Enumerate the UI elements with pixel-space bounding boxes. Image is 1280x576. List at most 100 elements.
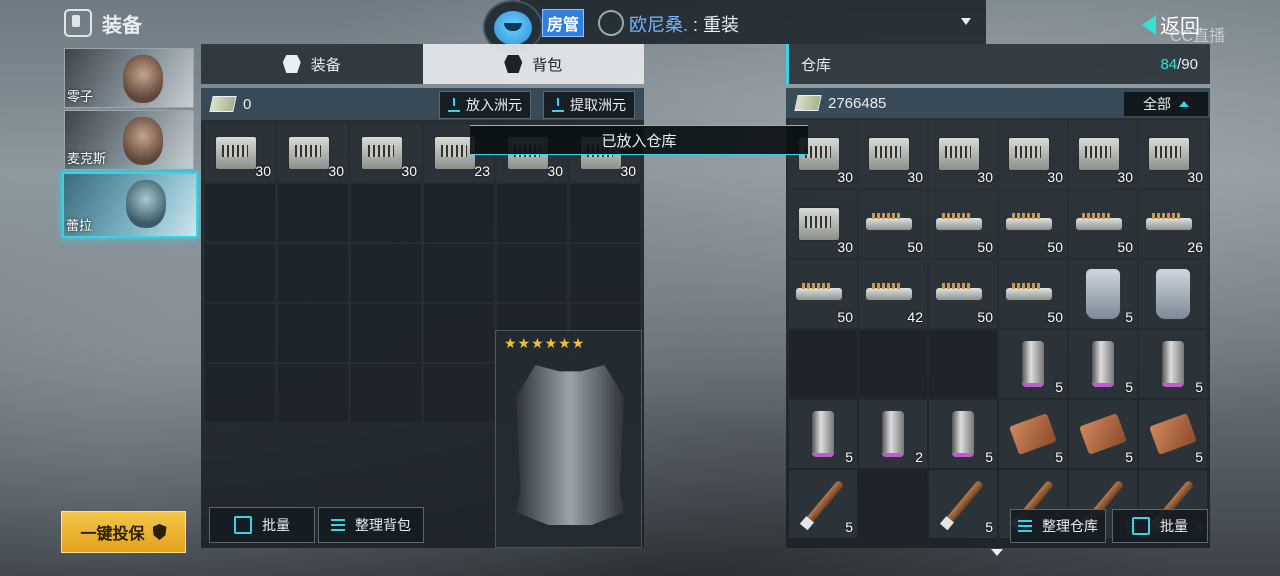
character-portrait	[123, 117, 163, 165]
character-card-2-selected[interactable]: 蕾拉	[62, 172, 198, 238]
backpack-slot-empty[interactable]	[205, 244, 275, 302]
warehouse-slot-item[interactable]	[1139, 260, 1207, 328]
backpack-icon	[504, 55, 523, 73]
warehouse-slot-item[interactable]: 42	[859, 260, 927, 328]
item-count: 30	[837, 169, 853, 185]
backpack-slot-item[interactable]: 30	[205, 124, 275, 182]
backpack-slot-empty[interactable]	[278, 184, 348, 242]
toast-message: 已放入仓库	[470, 125, 808, 155]
warehouse-slot-item[interactable]: 5	[1139, 400, 1207, 468]
backpack-slot-empty[interactable]	[424, 304, 494, 362]
armor-vest-slot[interactable]: ★★★★★★	[495, 330, 642, 548]
withdraw-money-button[interactable]: 提取洲元	[543, 91, 635, 119]
warehouse-slot-item[interactable]: 5	[1069, 400, 1137, 468]
backpack-slot-empty[interactable]	[424, 364, 494, 422]
item-count: 2	[915, 449, 923, 465]
backpack-slot-empty[interactable]	[351, 184, 421, 242]
armor-plate-icon	[1085, 268, 1121, 320]
backpack-slot-empty[interactable]	[278, 244, 348, 302]
canister-icon	[812, 411, 834, 457]
tab-backpack[interactable]: 背包	[422, 44, 644, 84]
warehouse-slot-item[interactable]: 2	[859, 400, 927, 468]
warehouse-slot-item[interactable]: 50	[999, 190, 1067, 258]
backpack-slot-item[interactable]: 30	[278, 124, 348, 182]
backpack-slot-empty[interactable]	[205, 364, 275, 422]
shield-icon	[152, 524, 167, 540]
warehouse-slot-item[interactable]: 50	[789, 260, 857, 328]
manual-icon	[1009, 413, 1057, 455]
batch-label: 批量	[262, 517, 290, 533]
warehouse-slot-empty[interactable]	[929, 330, 997, 398]
item-count: 30	[1047, 169, 1063, 185]
panel-tabs: 装备 背包	[201, 44, 644, 84]
warehouse-filter-dropdown[interactable]: 全部	[1124, 92, 1208, 116]
warehouse-slot-item[interactable]: 30	[789, 190, 857, 258]
tab-equipment[interactable]: 装备	[201, 44, 423, 84]
page-title: 装备	[102, 14, 142, 37]
ammo-crate-icon	[215, 136, 257, 170]
warehouse-slot-item[interactable]: 5	[1069, 260, 1137, 328]
backpack-slot-empty[interactable]	[424, 244, 494, 302]
warehouse-slot-item[interactable]: 5	[789, 470, 857, 538]
backpack-slot-empty[interactable]	[278, 364, 348, 422]
warehouse-slot-item[interactable]: 30	[1139, 120, 1207, 188]
warehouse-slot-empty[interactable]	[859, 470, 927, 538]
backpack-slot-empty[interactable]	[497, 184, 567, 242]
sort-warehouse-button[interactable]: 整理仓库	[1010, 509, 1106, 543]
warehouse-slot-item[interactable]: 5	[999, 400, 1067, 468]
warehouse-slot-item[interactable]: 5	[1069, 330, 1137, 398]
warehouse-slot-item[interactable]: 50	[859, 190, 927, 258]
item-count: 5	[1055, 379, 1063, 395]
page-header: 装备	[64, 8, 142, 38]
item-count: 30	[547, 163, 563, 179]
ammo-crate-icon	[288, 136, 330, 170]
canister-icon	[882, 411, 904, 457]
item-count: 5	[1125, 379, 1133, 395]
backpack-slot-empty[interactable]	[278, 304, 348, 362]
warehouse-slot-item[interactable]: 30	[999, 120, 1067, 188]
warehouse-slot-item[interactable]: 5	[789, 400, 857, 468]
item-count: 30	[837, 239, 853, 255]
character-card-0[interactable]: 零子	[64, 48, 194, 108]
warehouse-slot-item[interactable]: 26	[1139, 190, 1207, 258]
warehouse-slot-item[interactable]: 5	[999, 330, 1067, 398]
warehouse-slot-item[interactable]: 50	[929, 190, 997, 258]
one-click-insure-button[interactable]: 一键投保	[61, 511, 186, 553]
warehouse-batch-button[interactable]: 批量	[1112, 509, 1208, 543]
ammo-clip-icon	[1006, 213, 1052, 230]
player-bar[interactable]	[520, 0, 986, 44]
backpack-slot-empty[interactable]	[351, 364, 421, 422]
cash-icon	[209, 96, 237, 112]
warehouse-slot-item[interactable]: 5	[929, 470, 997, 538]
ammo-crate-icon	[1008, 137, 1050, 171]
backpack-slot-empty[interactable]	[424, 184, 494, 242]
warehouse-slot-item[interactable]: 50	[1069, 190, 1137, 258]
backpack-slot-empty[interactable]	[205, 184, 275, 242]
warehouse-slot-empty[interactable]	[789, 330, 857, 398]
armor-vest-icon	[516, 365, 624, 525]
character-card-1[interactable]: 麦克斯	[64, 110, 194, 170]
backpack-slot-empty[interactable]	[497, 244, 567, 302]
backpack-slot-empty[interactable]	[351, 304, 421, 362]
manual-icon	[1079, 413, 1127, 455]
backpack-slot-empty[interactable]	[570, 184, 640, 242]
backpack-slot-empty[interactable]	[570, 244, 640, 302]
warehouse-slot-empty[interactable]	[859, 330, 927, 398]
backpack-slot-item[interactable]: 30	[351, 124, 421, 182]
item-count: 30	[401, 163, 417, 179]
warehouse-slot-item[interactable]: 30	[1069, 120, 1137, 188]
chevron-down-icon[interactable]	[961, 18, 971, 25]
chevron-up-icon	[1179, 101, 1189, 107]
warehouse-slot-item[interactable]: 50	[929, 260, 997, 328]
warehouse-slot-item[interactable]: 50	[999, 260, 1067, 328]
warehouse-slot-item[interactable]: 30	[929, 120, 997, 188]
warehouse-slot-item[interactable]: 5	[1139, 330, 1207, 398]
backpack-slot-empty[interactable]	[205, 304, 275, 362]
warehouse-slot-item[interactable]: 5	[929, 400, 997, 468]
backpack-batch-button[interactable]: 批量	[209, 507, 315, 543]
scroll-down-icon[interactable]	[991, 549, 1003, 556]
warehouse-slot-item[interactable]: 30	[859, 120, 927, 188]
deposit-money-button[interactable]: 放入洲元	[439, 91, 531, 119]
sort-backpack-button[interactable]: 整理背包	[318, 507, 424, 543]
backpack-slot-empty[interactable]	[351, 244, 421, 302]
